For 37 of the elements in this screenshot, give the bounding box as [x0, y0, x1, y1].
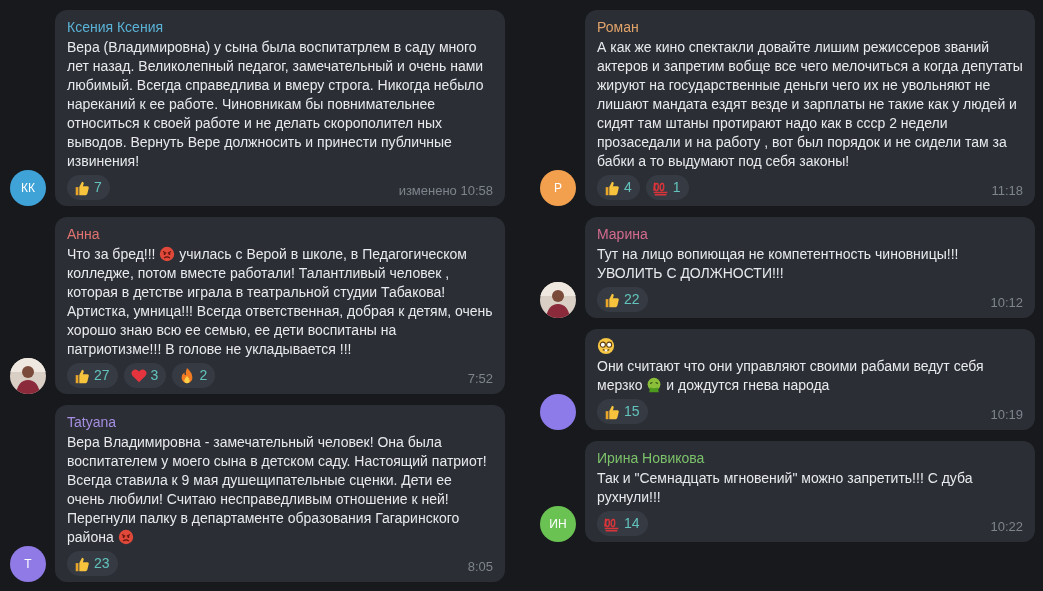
message-time: 10:22 [990, 518, 1023, 536]
author-name[interactable]: Марина [597, 225, 1023, 244]
author-name[interactable]: Ксения Ксения [67, 18, 493, 37]
message-time: 10:19 [990, 406, 1023, 424]
author-name[interactable]: Роман [597, 18, 1023, 37]
message-text: Вера (Владимировна) у сына была воспитатрлем в саду много лет назад. Великолепный педагог, замечательный и очень нами любимый. Всегда справедлива и вмеру строга. Никогда небыло нареканий к ее работе. Чиновникам бы повнимательнее относиться к своей работе и не делать скорополител ных выводов. Вернуть Вере должносить и принести публичные извинения! [67, 38, 485, 171]
message-time: 10:12 [990, 294, 1023, 312]
author-name[interactable]: Tatyana [67, 413, 493, 432]
reaction-button[interactable]: 2 [172, 363, 216, 388]
nerd-face-icon [597, 337, 615, 355]
avatar[interactable] [540, 394, 576, 430]
reaction-button[interactable]: 1 [645, 175, 689, 200]
message-text: А как же кино спектакли довайте лишим режиссеров званий актеров и запретим вобще все чего мелочиться а когда депутаты жируют на государственные деньги чего их не увольняют не лишают мандата ездят везде и зарплаты не такие как у людей и сидят там штаны протирают надо как в ссср 2 недели прозаседали и на работу , вот был порядок и не сидели там за бабки а то выдумают под себя законы! [597, 38, 1023, 171]
message-text: Что за бред!!! училась с Верой в школе, в Педагогическом колледже, потом вместе работали! Талантливый человек , которая в детстве играла в театральной студии Табакова! Артистка, умница!!! Всегда ответственная, добрая к детям, очень хорошо знаю всю ее семью, ее дети воспитаны на патриотизме!!! В голове не укладывается !!! [67, 245, 493, 359]
reaction-button[interactable]: 14 [597, 511, 648, 536]
reaction-button[interactable]: 22 [597, 287, 648, 312]
reaction-button[interactable]: 3 [123, 363, 167, 388]
message-time: 7:52 [467, 370, 493, 388]
angry-face-icon [117, 529, 134, 545]
author-name[interactable]: Анна [67, 225, 493, 244]
reaction-button[interactable]: 15 [597, 399, 648, 424]
message-text: Они считают что они управляют своими рабами ведут себя мерзко и дождутся гнева народа [597, 357, 985, 395]
reaction-button[interactable]: 7 [67, 175, 110, 200]
avatar[interactable]: КК [10, 170, 46, 206]
message-time: изменено 10:58 [398, 182, 493, 200]
angry-face-icon [159, 246, 176, 262]
reaction-button[interactable]: 27 [67, 363, 118, 388]
author-name[interactable]: Ирина Новикова [597, 449, 1023, 468]
message-time: 11:18 [991, 182, 1023, 200]
message-text: Так и "Семнадцать мгновений" можно запретить!!! С дуба рухнули!!! [597, 469, 974, 507]
message-time: 8:05 [467, 558, 493, 576]
reaction-button[interactable]: 23 [67, 551, 118, 576]
reaction-button[interactable]: 4 [597, 175, 640, 200]
message-text: Вера Владимировна - замечательный человек! Она была воспитателем у моего сына в детском саду. Настоящий патриот! Всегда ставила к 9 мая душещипательные сценки. Дети ее очень любили! Считаю несправедливым отношение к ней! Перегнули палку в департаменте образования Гагаринского района [67, 433, 488, 547]
avatar[interactable]: Т [10, 546, 46, 582]
sick-face-icon [646, 377, 663, 393]
message-text: Тут на лицо вопиющая не компетентность чиновницы!!! УВОЛИТЬ С ДОЛЖНОСТИ!!! [597, 245, 960, 283]
